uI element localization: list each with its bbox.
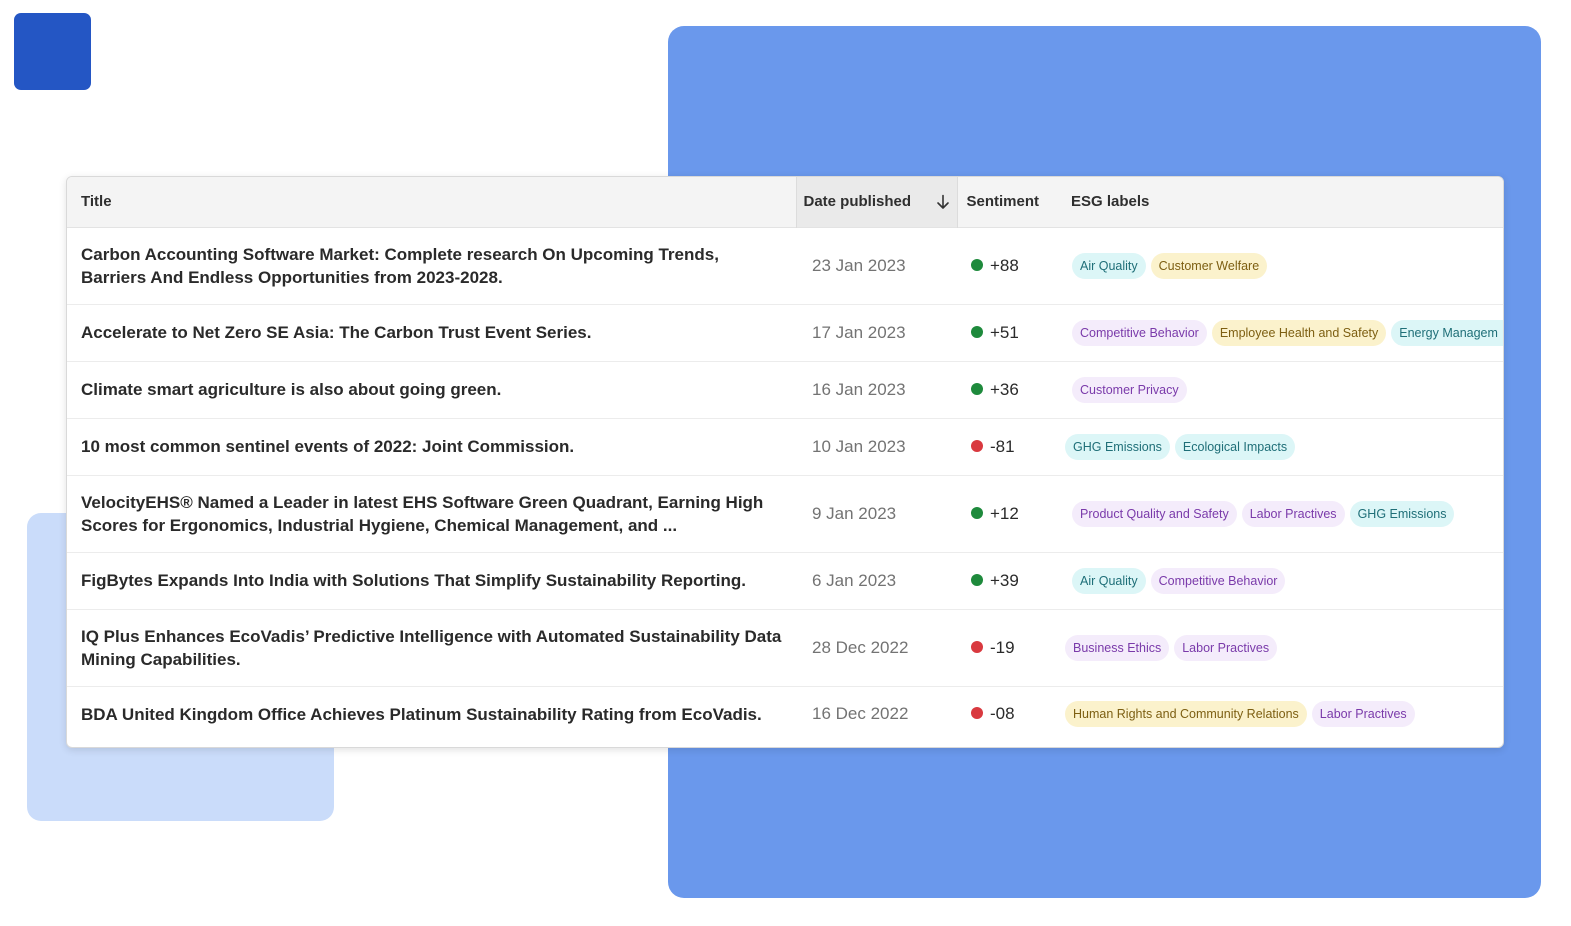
esg-label-tag[interactable]: Employee Health and Safety (1211, 319, 1387, 346)
esg-labels-cell: Air Quality Customer Welfare (1060, 227, 1503, 304)
positive-sentiment-dot (971, 325, 983, 338)
esg-label-tag[interactable]: GHG Emissions (1349, 500, 1455, 527)
column-header-esg-labels[interactable]: ESG labels (1060, 177, 1503, 227)
table-row[interactable]: BDA United Kingdom Office Achieves Plati… (67, 686, 1503, 742)
date-published: 17 Jan 2023 (812, 322, 906, 342)
sentiment-score: +88 (990, 255, 1019, 275)
positive-sentiment-dot (971, 506, 983, 519)
negative-sentiment-dot (971, 707, 983, 720)
date-published: 6 Jan 2023 (812, 570, 897, 590)
esg-label-tag[interactable]: Air Quality (1072, 567, 1146, 594)
esg-label-tag[interactable]: Business Ethics (1065, 634, 1170, 661)
esg-label-tag[interactable]: Ecological Impacts (1174, 433, 1296, 460)
column-header-sentiment[interactable]: Sentiment (957, 177, 1060, 227)
date-published: 16 Dec 2022 (812, 704, 909, 724)
sentiment-cell: +39 (957, 552, 1060, 609)
sentiment-score: +36 (990, 379, 1019, 399)
esg-label-tag[interactable]: Labor Practives (1174, 634, 1278, 661)
sentiment-cell: +51 (957, 304, 1060, 361)
table-row[interactable]: VelocityEHS® Named a Leader in latest EH… (67, 475, 1503, 552)
esg-label-tag[interactable]: Human Rights and Community Relations (1065, 701, 1307, 728)
article-title[interactable]: IQ Plus Enhances EcoVadis’ Predictive In… (67, 609, 796, 686)
esg-labels-cell: GHG Emissions Ecological Impacts (1060, 418, 1503, 475)
positive-sentiment-dot (971, 573, 983, 586)
column-header-date-published[interactable]: Date published (795, 177, 958, 227)
news-table-card: Title Date published Sentiment ESG label… (66, 176, 1504, 748)
table-row[interactable]: FigBytes Expands Into India with Solutio… (67, 552, 1503, 609)
news-table: Title Date published Sentiment ESG label… (67, 177, 1503, 742)
esg-labels-cell: Business Ethics Labor Practives (1060, 609, 1503, 686)
sentiment-cell: -81 (957, 418, 1060, 475)
decorative-square (14, 13, 91, 90)
esg-label-tag[interactable]: Customer Privacy (1072, 376, 1187, 403)
esg-label-tag[interactable]: Air Quality (1072, 252, 1146, 279)
esg-label-tag[interactable]: Energy Managem (1391, 319, 1503, 346)
column-header-title[interactable]: Title (67, 177, 796, 227)
esg-labels-cell: Product Quality and Safety Labor Practive… (1060, 475, 1503, 552)
table-row[interactable]: Accelerate to Net Zero SE Asia: The Carb… (67, 304, 1503, 361)
negative-sentiment-dot (971, 640, 983, 653)
table-row[interactable]: IQ Plus Enhances EcoVadis’ Predictive In… (67, 609, 1503, 686)
column-header-date-label: Date published (803, 193, 912, 211)
article-title[interactable]: Carbon Accounting Software Market: Compl… (67, 227, 796, 304)
esg-label-tag[interactable]: Customer Welfare (1150, 252, 1268, 279)
table-row[interactable]: Climate smart agriculture is also about … (67, 361, 1503, 418)
esg-label-tag[interactable]: Competitive Behavior (1150, 567, 1286, 594)
date-published: 10 Jan 2023 (812, 436, 906, 456)
sentiment-cell: -08 (957, 686, 1060, 742)
esg-label-tag[interactable]: Product Quality and Safety (1072, 500, 1237, 527)
esg-label-tag[interactable]: Competitive Behavior (1072, 319, 1207, 346)
article-title[interactable]: Climate smart agriculture is also about … (67, 361, 796, 418)
column-header-title-label: Title (81, 193, 112, 211)
positive-sentiment-dot (971, 258, 983, 271)
table-row[interactable]: Carbon Accounting Software Market: Compl… (67, 227, 1503, 304)
sentiment-score: -19 (990, 637, 1015, 657)
esg-labels-cell: Air Quality Competitive Behavior (1060, 552, 1503, 609)
sentiment-cell: +88 (957, 227, 1060, 304)
esg-labels-cell: Competitive Behavior Employee Health and … (1060, 304, 1503, 361)
article-title[interactable]: BDA United Kingdom Office Achieves Plati… (67, 686, 796, 742)
date-published: 28 Dec 2022 (812, 637, 909, 657)
esg-labels-cell: Customer Privacy (1060, 361, 1503, 418)
sentiment-score: +12 (990, 503, 1019, 523)
sentiment-cell: +12 (957, 475, 1060, 552)
sentiment-score: -81 (990, 436, 1015, 456)
sentiment-cell: +36 (957, 361, 1060, 418)
esg-labels-cell: Human Rights and Community Relations Labo… (1060, 686, 1503, 742)
positive-sentiment-dot (971, 382, 983, 395)
date-published: 23 Jan 2023 (812, 255, 906, 275)
negative-sentiment-dot (971, 439, 983, 452)
date-published: 16 Jan 2023 (812, 379, 906, 399)
article-title[interactable]: Accelerate to Net Zero SE Asia: The Carb… (67, 304, 796, 361)
article-title[interactable]: FigBytes Expands Into India with Solutio… (67, 552, 796, 609)
article-title[interactable]: VelocityEHS® Named a Leader in latest EH… (67, 475, 796, 552)
article-title[interactable]: 10 most common sentinel events of 2022: … (67, 418, 796, 475)
table-row[interactable]: 10 most common sentinel events of 2022: … (67, 418, 1503, 475)
sentiment-score: -08 (990, 704, 1015, 724)
sentiment-cell: -19 (957, 609, 1060, 686)
esg-label-tag[interactable]: Labor Practives (1311, 701, 1415, 728)
column-header-esg-labels-label: ESG labels (1071, 193, 1150, 211)
arrow-down-icon[interactable] (935, 194, 951, 210)
sentiment-score: +51 (990, 322, 1019, 342)
sentiment-score: +39 (990, 570, 1019, 590)
date-published: 9 Jan 2023 (812, 503, 897, 523)
table-header-row: Title Date published Sentiment ESG label… (67, 177, 1503, 227)
column-header-sentiment-label: Sentiment (966, 193, 1040, 211)
esg-label-tag[interactable]: GHG Emissions (1065, 433, 1170, 460)
esg-label-tag[interactable]: Labor Practives (1241, 500, 1345, 527)
